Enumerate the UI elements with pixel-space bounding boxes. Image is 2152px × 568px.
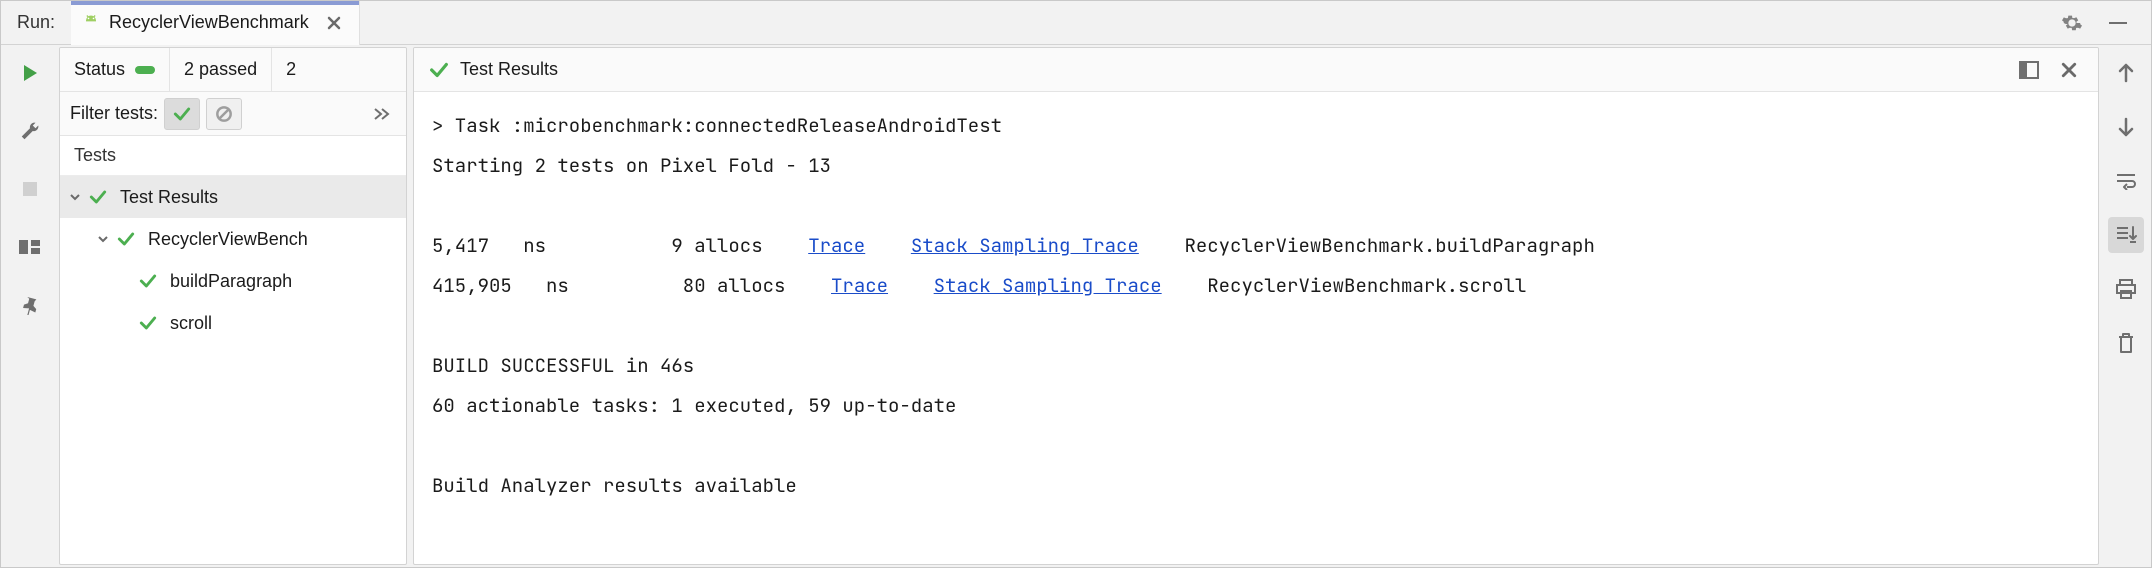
tree-class-label: RecyclerViewBench: [148, 229, 308, 250]
close-tab-button[interactable]: [323, 12, 345, 34]
scroll-up-button[interactable]: [2108, 55, 2144, 91]
console-line: BUILD SUCCESSFUL in 46s: [432, 346, 2080, 386]
show-passed-toggle[interactable]: [164, 98, 200, 130]
scroll-down-button[interactable]: [2108, 109, 2144, 145]
console-line: Build Analyzer results available: [432, 466, 2080, 506]
run-label: Run:: [1, 12, 71, 33]
tabbar: Run: RecyclerViewBenchmark: [1, 1, 2151, 45]
tab-active-indicator: [71, 1, 359, 5]
layout-button[interactable]: [12, 229, 48, 265]
console-line: [432, 426, 2080, 466]
close-console-button[interactable]: [2054, 55, 2084, 85]
passed-cell[interactable]: 2 passed: [170, 48, 272, 91]
console-line: 60 actionable tasks: 1 executed, 59 up-t…: [432, 386, 2080, 426]
show-ignored-toggle[interactable]: [206, 98, 242, 130]
console-panel: Test Results > Task :microbenchmark:conn…: [413, 47, 2099, 565]
status-cell[interactable]: Status: [60, 48, 170, 91]
tree-method-row[interactable]: scroll: [60, 302, 406, 344]
status-ok-icon: [135, 66, 155, 74]
tree-method-row[interactable]: buildParagraph: [60, 260, 406, 302]
android-icon: [81, 13, 101, 33]
right-icon-strip: [2101, 45, 2151, 567]
console-line: 415,905 ns 80 allocs Trace Stack Samplin…: [432, 266, 2080, 306]
tests-header[interactable]: Tests: [60, 136, 406, 176]
trace-link[interactable]: Trace: [831, 273, 888, 298]
filter-bar: Filter tests:: [60, 92, 406, 136]
tree-root-row[interactable]: Test Results: [60, 176, 406, 218]
check-icon: [138, 271, 164, 291]
chevron-down-icon: [66, 190, 84, 204]
settings-button[interactable]: [2057, 8, 2087, 38]
tab-label: RecyclerViewBenchmark: [109, 12, 309, 33]
tree-method-label: buildParagraph: [170, 271, 292, 292]
passed-label: 2 passed: [184, 59, 257, 80]
tabbar-right-icons: [2057, 8, 2141, 38]
check-icon: [138, 313, 164, 333]
passed-count: 2: [286, 59, 296, 80]
tree-root-label: Test Results: [120, 187, 218, 208]
tree-method-label: scroll: [170, 313, 212, 334]
tests-header-label: Tests: [74, 145, 116, 166]
console-title: Test Results: [460, 59, 558, 80]
filter-label: Filter tests:: [70, 103, 158, 124]
trace-link[interactable]: Stack Sampling Trace: [934, 273, 1162, 298]
scroll-to-end-button[interactable]: [2108, 217, 2144, 253]
content: Status 2 passed 2 Filter tests:: [1, 45, 2151, 567]
left-icon-strip: [1, 45, 59, 567]
tab-run-config[interactable]: RecyclerViewBenchmark: [71, 1, 360, 45]
console-line: > Task :microbenchmark:connectedReleaseA…: [432, 106, 2080, 146]
check-icon: [428, 59, 450, 81]
more-filters-button[interactable]: [366, 99, 396, 129]
minimize-button[interactable]: [2103, 8, 2133, 38]
check-icon: [88, 187, 114, 207]
chevron-down-icon: [94, 232, 112, 246]
run-tool-window: Run: RecyclerViewBenchmark: [0, 0, 2152, 568]
tree-class-row[interactable]: RecyclerViewBench: [60, 218, 406, 260]
test-tree-panel: Status 2 passed 2 Filter tests:: [59, 47, 407, 565]
clear-button[interactable]: [2108, 325, 2144, 361]
minimize-icon: [2109, 22, 2127, 24]
test-tree: Test Results RecyclerViewBench buildPar: [60, 176, 406, 564]
toggle-view-button[interactable]: [2014, 55, 2044, 85]
check-icon: [116, 229, 142, 249]
console-line: [432, 186, 2080, 226]
wrench-button[interactable]: [12, 113, 48, 149]
count-cell[interactable]: 2: [272, 48, 310, 91]
console-line: Starting 2 tests on Pixel Fold - 13: [432, 146, 2080, 186]
run-button[interactable]: [12, 55, 48, 91]
stop-button[interactable]: [12, 171, 48, 207]
console-output[interactable]: > Task :microbenchmark:connectedReleaseA…: [414, 92, 2098, 564]
console-line: 5,417 ns 9 allocs Trace Stack Sampling T…: [432, 226, 2080, 266]
print-button[interactable]: [2108, 271, 2144, 307]
trace-link[interactable]: Trace: [808, 233, 865, 258]
soft-wrap-button[interactable]: [2108, 163, 2144, 199]
console-header: Test Results: [414, 48, 2098, 92]
test-status-bar: Status 2 passed 2: [60, 48, 406, 92]
status-label: Status: [74, 59, 125, 80]
pin-button[interactable]: [12, 287, 48, 323]
trace-link[interactable]: Stack Sampling Trace: [911, 233, 1139, 258]
console-line: [432, 306, 2080, 346]
